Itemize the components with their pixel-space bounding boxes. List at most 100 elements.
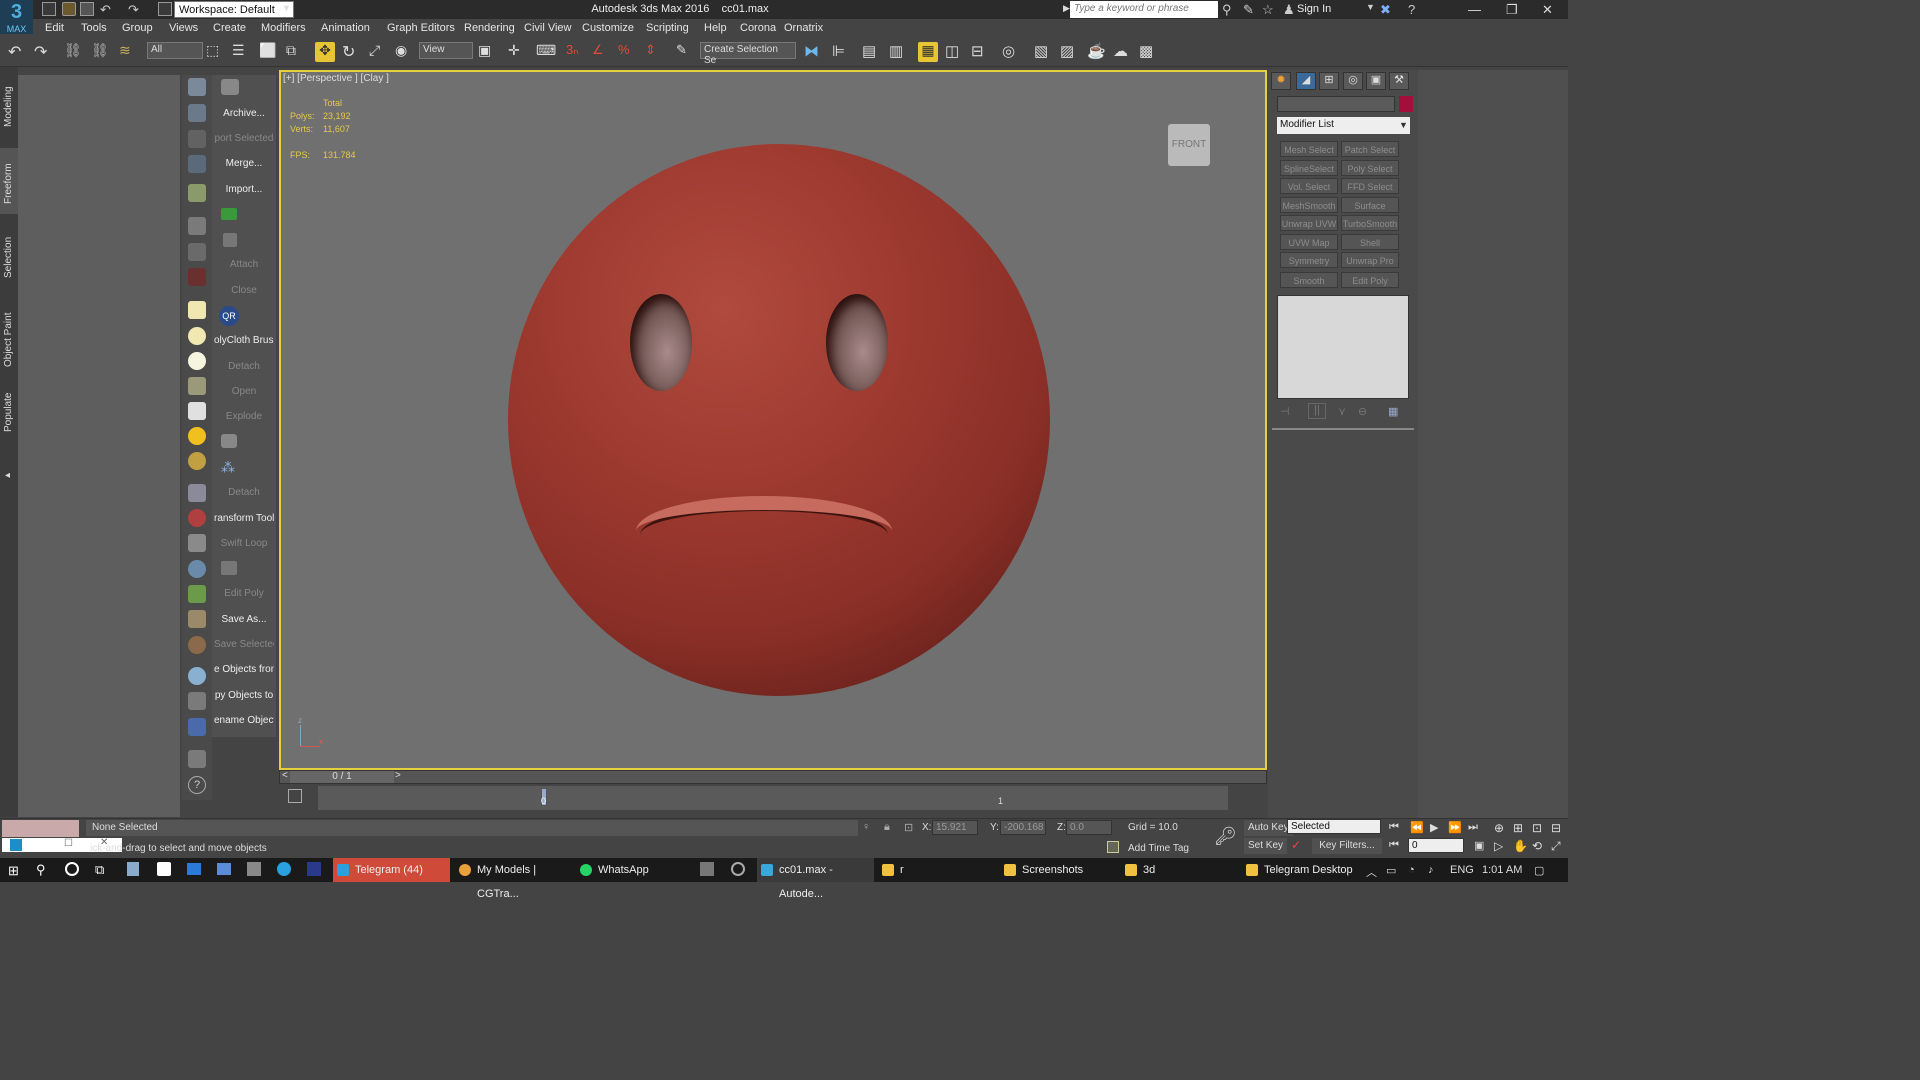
edit-named-selection-icon[interactable]: ✎ [676,42,696,62]
curve-editor-icon[interactable]: ◫ [945,42,965,62]
desktop-icon[interactable] [217,863,231,875]
network-icon[interactable]: ▭ [1386,864,1396,877]
hierarchy-tab-icon[interactable]: ⊞ [1319,72,1339,90]
render-setup-icon[interactable]: ▧ [1034,42,1054,62]
minimize-icon[interactable]: — [1468,2,1481,17]
menu-views[interactable]: Views [169,22,198,34]
isolate-icon[interactable]: ♀ [862,821,870,833]
next-frame-icon[interactable]: ⏩ [1448,821,1462,834]
capsule-icon[interactable] [188,509,206,527]
menu-rendering[interactable]: Rendering [464,22,515,34]
restore-icon[interactable]: ❐ [1506,2,1518,18]
ribbon-tab-freeform[interactable]: Freeform [3,163,14,204]
modifier-mesh-select[interactable]: Mesh Select [1280,141,1338,157]
menu-graph-editors[interactable]: Graph Editors [387,22,455,34]
field-of-view-icon[interactable]: ▷ [1494,839,1503,853]
toggle-ribbon-icon[interactable]: ▦ [918,42,938,62]
modify-tab-icon[interactable]: ◢ [1296,72,1316,90]
zoom-icon[interactable]: ⊕ [1494,821,1504,835]
taskbar-screenshots[interactable]: Screenshots [1000,858,1117,882]
tube-icon[interactable] [188,377,206,395]
modifier-spline-select[interactable]: SplineSelect [1280,160,1338,176]
pin-stack-icon[interactable]: ⊣ [1280,405,1290,418]
orbit-icon[interactable]: ⟲ [1532,839,1542,853]
volume-icon[interactable]: ♪ [1428,864,1434,876]
taskbar-telegram[interactable]: Telegram (44) [333,858,450,882]
workspace-dropdown[interactable]: Workspace: Default [174,1,294,18]
task-view-icon[interactable]: ⧉ [95,862,104,878]
menu-create[interactable]: Create [213,22,246,34]
absolute-mode-icon[interactable]: ⊡ [904,821,913,834]
ribbon-tab-object-paint[interactable]: Object Paint [3,313,14,367]
disc-icon[interactable] [188,327,206,345]
x-coordinate-field[interactable]: 15.921 [932,820,978,835]
redo-icon[interactable]: ↷ [34,42,54,62]
copy-icon[interactable] [188,692,206,710]
reference-coordinate-dropdown[interactable]: View [419,42,473,59]
skype-icon[interactable] [277,862,291,876]
geosphere-icon[interactable] [188,560,206,578]
modifier-symmetry[interactable]: Symmetry [1280,252,1338,268]
material-icon[interactable] [188,636,206,654]
redo-icon[interactable]: ↷ [128,2,139,18]
set-key-mode-icon[interactable]: 🔑︎ [1214,826,1237,847]
align-icon[interactable]: ⊫ [832,42,852,62]
previous-frame-icon[interactable]: ⏪ [1410,821,1424,834]
mirror-icon[interactable]: ⧓ [804,42,824,62]
binoculars-icon[interactable]: ⚲ [1222,2,1232,18]
time-tag-icon[interactable] [1107,841,1119,853]
unlink-selection-icon[interactable]: ⛓ [91,42,111,62]
modifier-edit-poly[interactable]: Edit Poly [1341,272,1399,288]
taskbar-3dsmax[interactable]: cc01.max - Autode... [757,858,874,900]
help-icon[interactable]: ? [1408,2,1415,17]
spinner-snap-icon[interactable]: ⇕ [645,42,665,62]
time-slider[interactable] [279,770,1267,784]
bulb-icon[interactable] [188,184,206,202]
search-expand-icon[interactable]: ▶ [1063,3,1070,14]
rename-icon[interactable] [188,718,206,736]
undo-icon[interactable]: ↶ [8,42,28,62]
robot-icon[interactable] [188,217,206,235]
time-slider-thumb[interactable]: 0 / 1 [290,771,394,783]
close-icon[interactable]: ✕ [1542,2,1553,18]
table-icon[interactable] [188,155,206,173]
menu-tools[interactable]: Tools [81,22,107,34]
teapot-icon[interactable] [188,78,206,96]
snaps-toggle-icon[interactable]: 3ₙ [566,42,586,62]
material-editor-icon[interactable]: ◎ [1002,42,1022,62]
menu-group[interactable]: Group [122,22,153,34]
windows-start-icon[interactable]: ⊞ [8,863,19,879]
select-and-place-icon[interactable]: ◉ [395,42,415,62]
taskbar-telegram-desktop[interactable]: Telegram Desktop [1242,858,1359,882]
audio-icon[interactable] [188,243,206,261]
zoom-extents-icon[interactable]: ⊡ [1532,821,1542,835]
time-slider-next[interactable]: > [395,770,401,781]
sun-icon[interactable] [188,427,206,445]
plane-icon[interactable] [188,301,206,319]
menu-animation[interactable]: Animation [321,22,370,34]
menu-modifiers[interactable]: Modifiers [261,22,306,34]
tool-copy-objects-to[interactable]: py Objects to [214,690,274,701]
tool-archive[interactable]: Archive... [214,108,274,119]
workspace-dropdown-chevron-icon[interactable]: ▼ [282,3,291,13]
communication-center-icon[interactable]: ✎ [1243,2,1254,18]
window-crossing-icon[interactable]: ⧉ [286,42,306,62]
ribbon-tab-populate[interactable]: Populate [3,393,14,432]
modifier-turbosmooth[interactable]: TurboSmooth [1341,215,1399,231]
render-iterative-icon[interactable]: ☁ [1113,42,1133,62]
hair-icon[interactable] [188,610,206,628]
modifier-meshsmooth[interactable]: MeshSmooth [1280,197,1338,213]
wifi-icon[interactable]: ◔ [1408,864,1415,876]
character-icon[interactable] [188,268,206,286]
user-icon[interactable]: ♟ [1283,2,1295,18]
modifier-shell[interactable]: Shell [1341,234,1399,250]
ribbon-expand-icon[interactable]: ◂ [5,470,10,481]
menu-civil-view[interactable]: Civil View [524,22,571,34]
set-key-button[interactable]: Set Key [1244,838,1288,854]
named-selection-set-dropdown[interactable]: Create Selection Se [700,42,796,66]
save-file-icon[interactable] [80,2,94,16]
menu-customize[interactable]: Customize [582,22,634,34]
play-icon[interactable]: ▶ [1430,821,1438,834]
taskbar-chrome[interactable]: My Models | CGTra... [455,858,573,900]
menu-corona[interactable]: Corona [740,22,776,34]
